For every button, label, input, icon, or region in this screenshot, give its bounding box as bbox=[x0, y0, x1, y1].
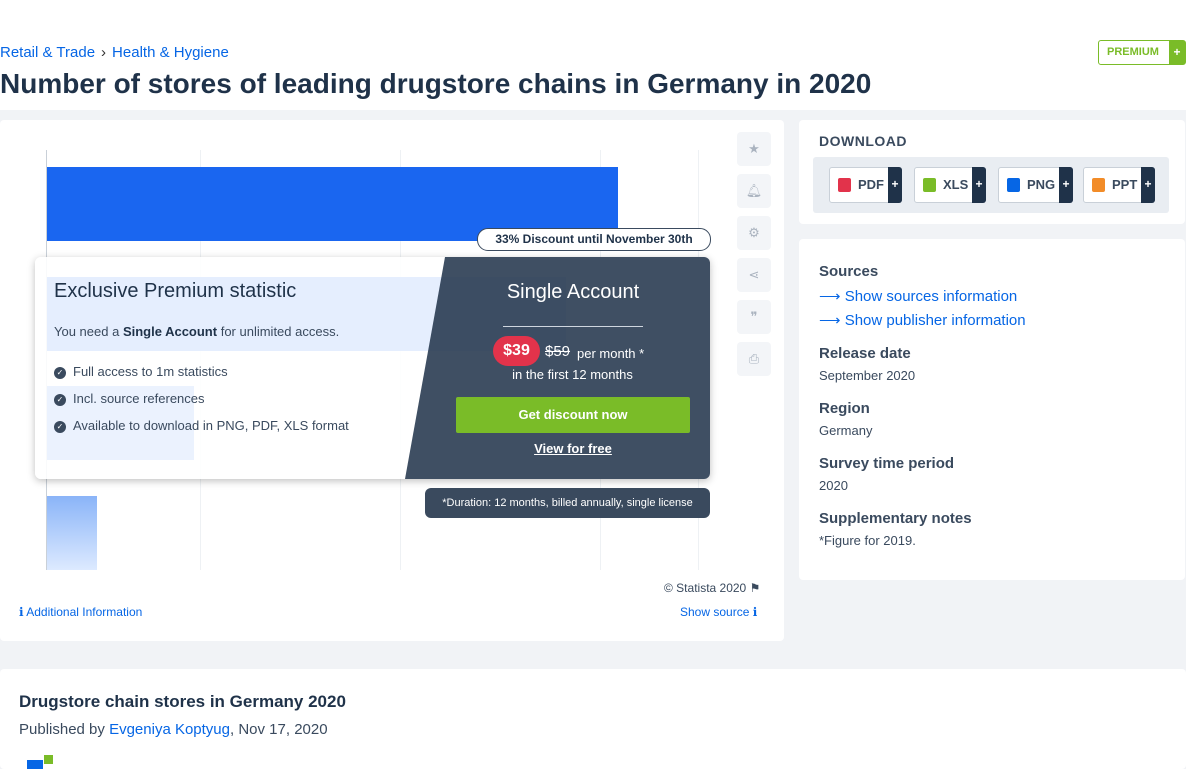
preview-bar bbox=[47, 496, 97, 570]
premium-promo-overlay: Exclusive Premium statistic You need a S… bbox=[35, 257, 710, 479]
gear-icon[interactable]: ⚙ bbox=[737, 216, 771, 250]
download-xls-button[interactable]: XLS + bbox=[914, 167, 986, 203]
sources-label: Sources bbox=[819, 263, 879, 280]
chart-toolbar: ★ 🔔︎ ⚙ ⋖ ❞ ⎙ bbox=[737, 132, 773, 384]
check-icon: ✓ bbox=[54, 366, 66, 379]
star-icon[interactable]: ★ bbox=[737, 132, 771, 166]
quote-icon[interactable]: ❞ bbox=[737, 300, 771, 334]
feature-item: ✓ Incl. source references bbox=[54, 391, 205, 406]
plus-icon: + bbox=[888, 167, 902, 203]
supplementary-notes-label: Supplementary notes bbox=[819, 510, 972, 527]
premium-icon bbox=[27, 755, 53, 769]
region-value: Germany bbox=[819, 423, 873, 438]
additional-info-link[interactable]: ℹ Additional Information bbox=[19, 605, 142, 619]
price-subtext: in the first 12 months bbox=[512, 367, 633, 382]
release-date-value: September 2020 bbox=[819, 368, 916, 383]
price-period: per month * bbox=[577, 346, 645, 361]
account-title: Single Account bbox=[506, 281, 640, 303]
old-price: $59 bbox=[545, 343, 571, 360]
show-source-link[interactable]: Show source ℹ bbox=[680, 605, 757, 619]
feature-item: ✓ Full access to 1m statistics bbox=[54, 364, 228, 379]
article-title: Drugstore chain stores in Germany 2020 bbox=[19, 692, 346, 711]
flag-icon[interactable]: ⚑ bbox=[750, 581, 761, 595]
price-badge: $39 bbox=[493, 336, 540, 366]
plus-icon: + bbox=[972, 167, 986, 203]
release-date-label: Release date bbox=[819, 345, 911, 362]
download-heading: DOWNLOAD bbox=[819, 133, 907, 149]
duration-note: *Duration: 12 months, billed annually, s… bbox=[425, 488, 710, 518]
breadcrumb-item-retail[interactable]: Retail & Trade bbox=[0, 44, 95, 61]
region-label: Region bbox=[819, 400, 870, 417]
pdf-file-icon bbox=[838, 178, 851, 192]
arrow-right-icon: ⟶ bbox=[819, 288, 841, 305]
chart-card: 33% Discount until November 30th Exclusi… bbox=[0, 120, 784, 641]
breadcrumb-separator: › bbox=[101, 44, 107, 61]
breadcrumb: Retail & Trade › Health & Hygiene bbox=[0, 44, 229, 61]
print-icon[interactable]: ⎙ bbox=[737, 342, 771, 376]
bell-icon[interactable]: 🔔︎ bbox=[737, 174, 771, 208]
download-pdf-button[interactable]: PDF + bbox=[829, 167, 902, 203]
author-link[interactable]: Evgeniya Koptyug bbox=[109, 721, 230, 738]
show-publisher-link[interactable]: ⟶ Show publisher information bbox=[819, 311, 1026, 329]
plus-icon: + bbox=[1059, 167, 1073, 203]
feature-item: ✓ Available to download in PNG, PDF, XLS … bbox=[54, 418, 349, 433]
divider bbox=[503, 326, 643, 327]
premium-button[interactable]: PREMIUM + bbox=[1098, 40, 1186, 65]
breadcrumb-item-health[interactable]: Health & Hygiene bbox=[112, 44, 229, 61]
share-icon[interactable]: ⋖ bbox=[737, 258, 771, 292]
promo-heading: Exclusive Premium statistic bbox=[54, 280, 297, 302]
xls-file-icon bbox=[923, 178, 936, 192]
info-icon: ℹ bbox=[752, 605, 758, 619]
show-sources-link[interactable]: ⟶ Show sources information bbox=[819, 287, 1017, 305]
promo-need-text: You need a Single Account for unlimited … bbox=[54, 324, 340, 339]
get-discount-button[interactable]: Get discount now bbox=[456, 397, 690, 433]
page-title: Number of stores of leading drugstore ch… bbox=[0, 68, 872, 99]
plus-icon: + bbox=[1169, 41, 1185, 64]
info-icon: ℹ bbox=[19, 605, 24, 619]
png-file-icon bbox=[1007, 178, 1020, 192]
survey-period-value: 2020 bbox=[819, 478, 848, 493]
info-card: Sources ⟶ Show sources information ⟶ Sho… bbox=[799, 239, 1185, 580]
survey-period-label: Survey time period bbox=[819, 455, 955, 472]
article-card: Drugstore chain stores in Germany 2020 P… bbox=[0, 669, 1186, 769]
article-meta: Published by Evgeniya Koptyug, Nov 17, 2… bbox=[19, 721, 328, 738]
supplementary-notes-value: *Figure for 2019. bbox=[819, 533, 916, 548]
plus-icon: + bbox=[1141, 167, 1155, 203]
download-ppt-button[interactable]: PPT + bbox=[1083, 167, 1155, 203]
download-card: DOWNLOAD PDF + XLS + PNG + PPT + bbox=[799, 120, 1185, 224]
arrow-right-icon: ⟶ bbox=[819, 312, 841, 329]
download-buttons: PDF + XLS + PNG + PPT + bbox=[813, 157, 1169, 213]
view-for-free-link[interactable]: View for free bbox=[456, 441, 690, 456]
check-icon: ✓ bbox=[54, 420, 66, 433]
check-icon: ✓ bbox=[54, 393, 66, 406]
blurred-chart-preview: 33% Discount until November 30th Exclusi… bbox=[0, 120, 740, 580]
ppt-file-icon bbox=[1092, 178, 1105, 192]
premium-label: PREMIUM bbox=[1107, 46, 1159, 58]
copyright: © Statista 2020 ⚑ bbox=[664, 581, 761, 595]
discount-pill: 33% Discount until November 30th bbox=[477, 228, 711, 251]
download-png-button[interactable]: PNG + bbox=[998, 167, 1073, 203]
